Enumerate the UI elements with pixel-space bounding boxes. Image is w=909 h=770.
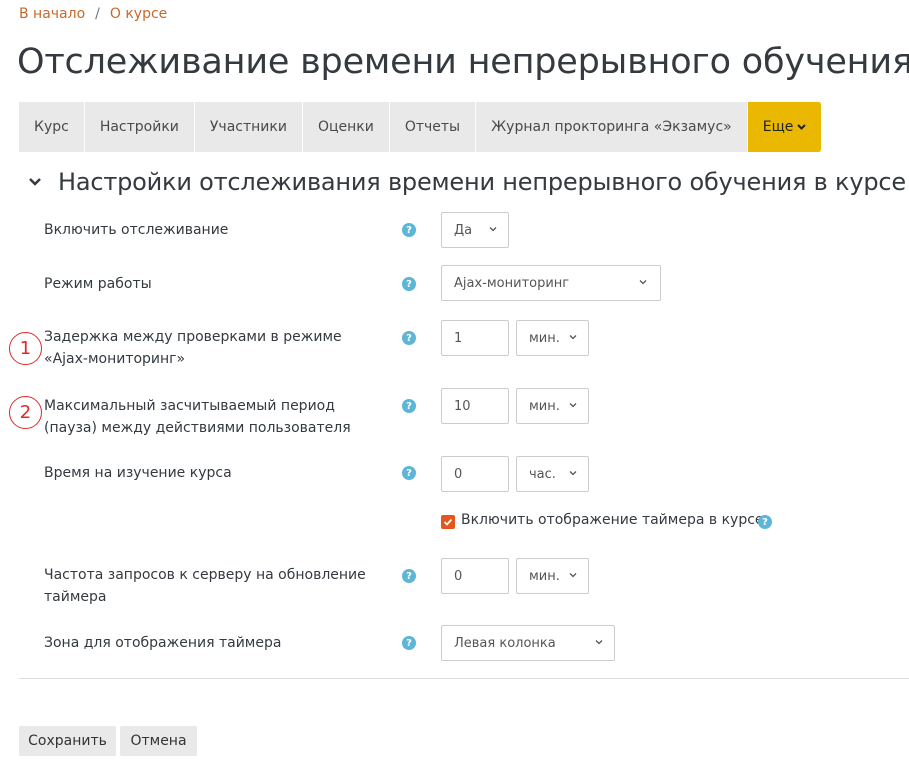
mode-select[interactable]: Ajax-мониторинг (441, 265, 661, 301)
chevron-down-icon (569, 471, 577, 476)
mode-value: Ajax-мониторинг (454, 275, 570, 291)
chevron-down-icon (639, 280, 647, 285)
tab-reports[interactable]: Отчеты (389, 102, 477, 152)
help-icon[interactable]: ? (402, 277, 416, 291)
tab-settings[interactable]: Настройки (84, 102, 195, 152)
annotation-marker-2: 2 (9, 396, 42, 429)
delay-input[interactable]: 1 (441, 320, 509, 356)
breadcrumb-separator: / (95, 6, 100, 22)
timer-zone-label: Зона для отображения таймера (44, 635, 282, 651)
max-period-unit-value: мин. (529, 398, 560, 414)
help-icon[interactable]: ? (402, 636, 416, 650)
section-title: Настройки отслеживания времени непрерывн… (58, 168, 906, 196)
timer-zone-value: Левая колонка (454, 635, 556, 651)
help-icon[interactable]: ? (402, 569, 416, 583)
enable-tracking-select[interactable]: Да (441, 212, 509, 248)
study-time-unit-select[interactable]: час. (516, 456, 589, 492)
study-time-label: Время на изучение курса (44, 465, 232, 481)
timer-zone-select[interactable]: Левая колонка (441, 625, 615, 661)
chevron-down-icon (797, 122, 807, 133)
annotation-marker-1: 1 (9, 332, 42, 365)
chevron-down-icon (489, 227, 497, 232)
request-frequency-unit-select[interactable]: мин. (516, 558, 589, 594)
chevron-down-icon (569, 335, 577, 340)
help-icon[interactable]: ? (758, 515, 772, 529)
help-icon[interactable]: ? (402, 331, 416, 345)
enable-tracking-value: Да (454, 222, 473, 238)
tab-grades[interactable]: Оценки (302, 102, 390, 152)
max-period-label: Максимальный засчитываемый период (пауза… (44, 398, 351, 436)
show-timer-checkbox[interactable] (441, 515, 455, 529)
chevron-down-icon (595, 640, 603, 645)
enable-tracking-label: Включить отслеживание (44, 222, 229, 238)
form-divider (19, 678, 909, 679)
tab-more[interactable]: Еще (747, 102, 823, 152)
request-frequency-input[interactable]: 0 (441, 558, 509, 594)
tab-proctoring-log[interactable]: Журнал прокторинга «Экзамус» (476, 102, 748, 152)
study-time-input[interactable]: 0 (441, 456, 509, 492)
course-nav-tabs: Курс Настройки Участники Оценки Отчеты Ж… (19, 102, 823, 152)
save-button[interactable]: Сохранить (19, 726, 116, 756)
help-icon[interactable]: ? (402, 399, 416, 413)
show-timer-label[interactable]: Включить отображение таймера в курсе (461, 512, 764, 528)
request-frequency-label: Частота запросов к серверу на обновление… (44, 567, 366, 605)
help-icon[interactable]: ? (402, 466, 416, 480)
chevron-down-icon (569, 403, 577, 408)
breadcrumb: В начало / О курсе (19, 6, 167, 22)
section-header[interactable]: Настройки отслеживания времени непрерывн… (26, 168, 906, 196)
breadcrumb-home-link[interactable]: В начало (19, 6, 85, 22)
cancel-button[interactable]: Отмена (120, 726, 197, 756)
max-period-unit-select[interactable]: мин. (516, 388, 589, 424)
delay-unit-value: мин. (529, 330, 560, 346)
page-title: Отслеживание времени непрерывного обучен… (17, 42, 909, 82)
breadcrumb-course-link[interactable]: О курсе (110, 6, 167, 22)
tab-course[interactable]: Курс (19, 102, 85, 152)
tab-participants[interactable]: Участники (194, 102, 303, 152)
collapse-chevron-icon[interactable] (26, 173, 44, 191)
tab-more-label: Еще (762, 119, 794, 135)
delay-unit-select[interactable]: мин. (516, 320, 589, 356)
chevron-down-icon (569, 573, 577, 578)
delay-label: Задержка между проверками в режиме «Ajax… (44, 329, 342, 367)
help-icon[interactable]: ? (402, 223, 416, 237)
study-time-unit-value: час. (529, 466, 556, 482)
check-icon (443, 518, 453, 526)
max-period-input[interactable]: 10 (441, 388, 509, 424)
request-frequency-unit-value: мин. (529, 568, 560, 584)
mode-label: Режим работы (44, 276, 152, 292)
